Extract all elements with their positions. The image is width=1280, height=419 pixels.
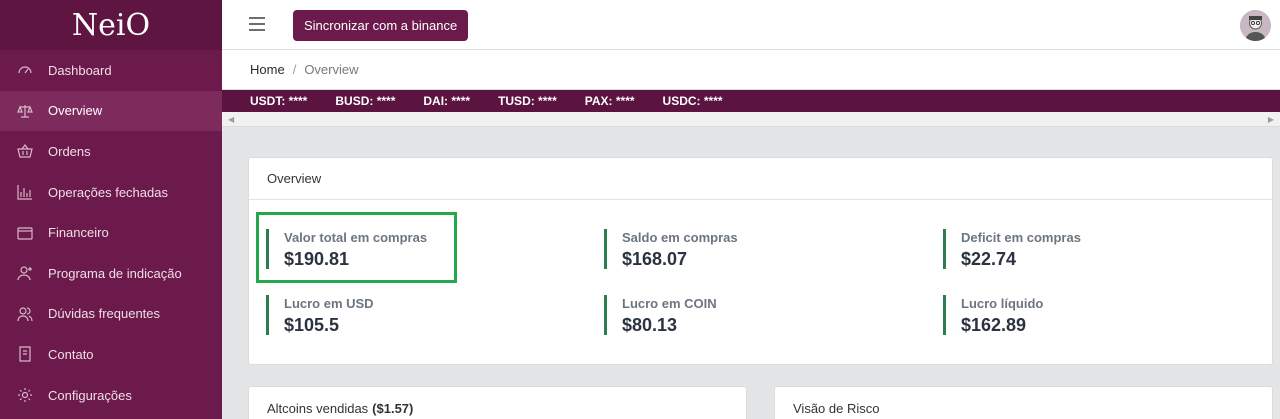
sidebar-item-contato[interactable]: Contato xyxy=(0,334,222,375)
stat-lucro-liquido: Lucro líquido $162.89 xyxy=(943,295,1203,335)
wallet-icon xyxy=(17,225,33,241)
stat-label: Deficit em compras xyxy=(961,230,1081,245)
gear-icon xyxy=(17,387,33,403)
sidebar-item-overview[interactable]: Overview xyxy=(0,90,222,132)
sidebar-item-label: Dúvidas frequentes xyxy=(48,306,161,322)
stat-value: $162.89 xyxy=(961,315,1027,335)
sidebar-item-label: Contato xyxy=(48,346,94,362)
stat-value: $22.74 xyxy=(961,249,1017,269)
visao-risco-title: Visão de Risco xyxy=(793,400,880,416)
sidebar-item-programa-indicacao[interactable]: Programa de indicação xyxy=(0,253,222,294)
visao-risco-card: Visão de Risco xyxy=(774,386,1273,419)
altcoins-card-header: Altcoins vendidas ($1.57) xyxy=(249,387,746,419)
scroll-left-icon[interactable]: ◀ xyxy=(228,115,234,124)
breadcrumb: Home / Overview xyxy=(222,50,1280,90)
breadcrumb-separator: / xyxy=(292,62,297,77)
book-icon xyxy=(17,346,33,363)
users-icon xyxy=(17,306,33,322)
stat-lucro-coin: Lucro em COIN $80.13 xyxy=(604,295,864,335)
stat-lucro-usd: Lucro em USD $105.5 xyxy=(266,295,526,335)
brand-logo[interactable]: NeiO xyxy=(0,0,222,50)
sidebar-item-financeiro[interactable]: Financeiro xyxy=(0,212,222,253)
horizontal-scrollbar[interactable]: ◀ ▶ xyxy=(222,112,1280,127)
sidebar-item-operacoes-fechadas[interactable]: Operações fechadas xyxy=(0,172,222,213)
stat-value: $168.07 xyxy=(622,249,688,269)
stablecoin-ticker: USDT: **** BUSD: **** DAI: **** TUSD: **… xyxy=(222,90,1280,112)
breadcrumb-current: Overview xyxy=(304,62,359,77)
altcoins-amount: ($1.57) xyxy=(372,400,414,416)
ticker-item: BUSD: **** xyxy=(335,94,396,108)
stat-label: Lucro em USD xyxy=(284,296,374,311)
highlight-box xyxy=(256,212,457,283)
ticker-item: DAI: **** xyxy=(423,94,471,108)
sidebar-item-label: Financeiro xyxy=(48,225,109,241)
basket-icon xyxy=(17,143,33,159)
sidebar-item-label: Configurações xyxy=(48,387,132,403)
hamburger-menu-icon[interactable] xyxy=(249,17,265,31)
overview-card-title: Overview xyxy=(249,158,1272,200)
altcoins-vendidas-card: Altcoins vendidas ($1.57) xyxy=(248,386,747,419)
sidebar: NeiO Dashboard Overview Ordens Operações… xyxy=(0,0,222,419)
ticker-item: USDT: **** xyxy=(250,94,308,108)
stat-label: Saldo em compras xyxy=(622,230,738,245)
sidebar-item-label: Ordens xyxy=(48,143,91,159)
ticker-item: USDC: **** xyxy=(662,94,723,108)
sidebar-item-ordens[interactable]: Ordens xyxy=(0,131,222,172)
stat-value: $105.5 xyxy=(284,315,340,335)
sidebar-item-label: Dashboard xyxy=(48,62,112,78)
sidebar-item-duvidas-frequentes[interactable]: Dúvidas frequentes xyxy=(0,294,222,335)
stat-saldo-compras: Saldo em compras $168.07 xyxy=(604,229,864,269)
avatar[interactable] xyxy=(1240,10,1271,41)
sidebar-item-label: Operações fechadas xyxy=(48,184,168,200)
stat-label: Lucro em COIN xyxy=(622,296,717,311)
sidebar-item-dashboard[interactable]: Dashboard xyxy=(0,50,222,91)
balance-scale-icon xyxy=(17,103,33,119)
stat-value: $80.13 xyxy=(622,315,678,335)
bar-chart-icon xyxy=(17,184,33,200)
ticker-item: PAX: **** xyxy=(584,94,635,108)
dashboard-icon xyxy=(17,62,33,78)
user-add-icon xyxy=(17,265,33,281)
top-header: Sincronizar com a binance xyxy=(222,0,1280,50)
sidebar-item-configuracoes[interactable]: Configurações xyxy=(0,375,222,416)
scroll-right-icon[interactable]: ▶ xyxy=(1268,115,1274,124)
stat-label: Lucro líquido xyxy=(961,296,1044,311)
altcoins-title: Altcoins vendidas xyxy=(267,400,369,416)
sync-binance-button[interactable]: Sincronizar com a binance xyxy=(293,10,469,41)
sidebar-item-label: Overview xyxy=(48,103,103,119)
breadcrumb-home[interactable]: Home xyxy=(250,62,285,77)
stat-deficit-compras: Deficit em compras $22.74 xyxy=(943,229,1203,269)
sidebar-item-label: Programa de indicação xyxy=(48,265,182,281)
ticker-item: TUSD: **** xyxy=(498,94,557,108)
